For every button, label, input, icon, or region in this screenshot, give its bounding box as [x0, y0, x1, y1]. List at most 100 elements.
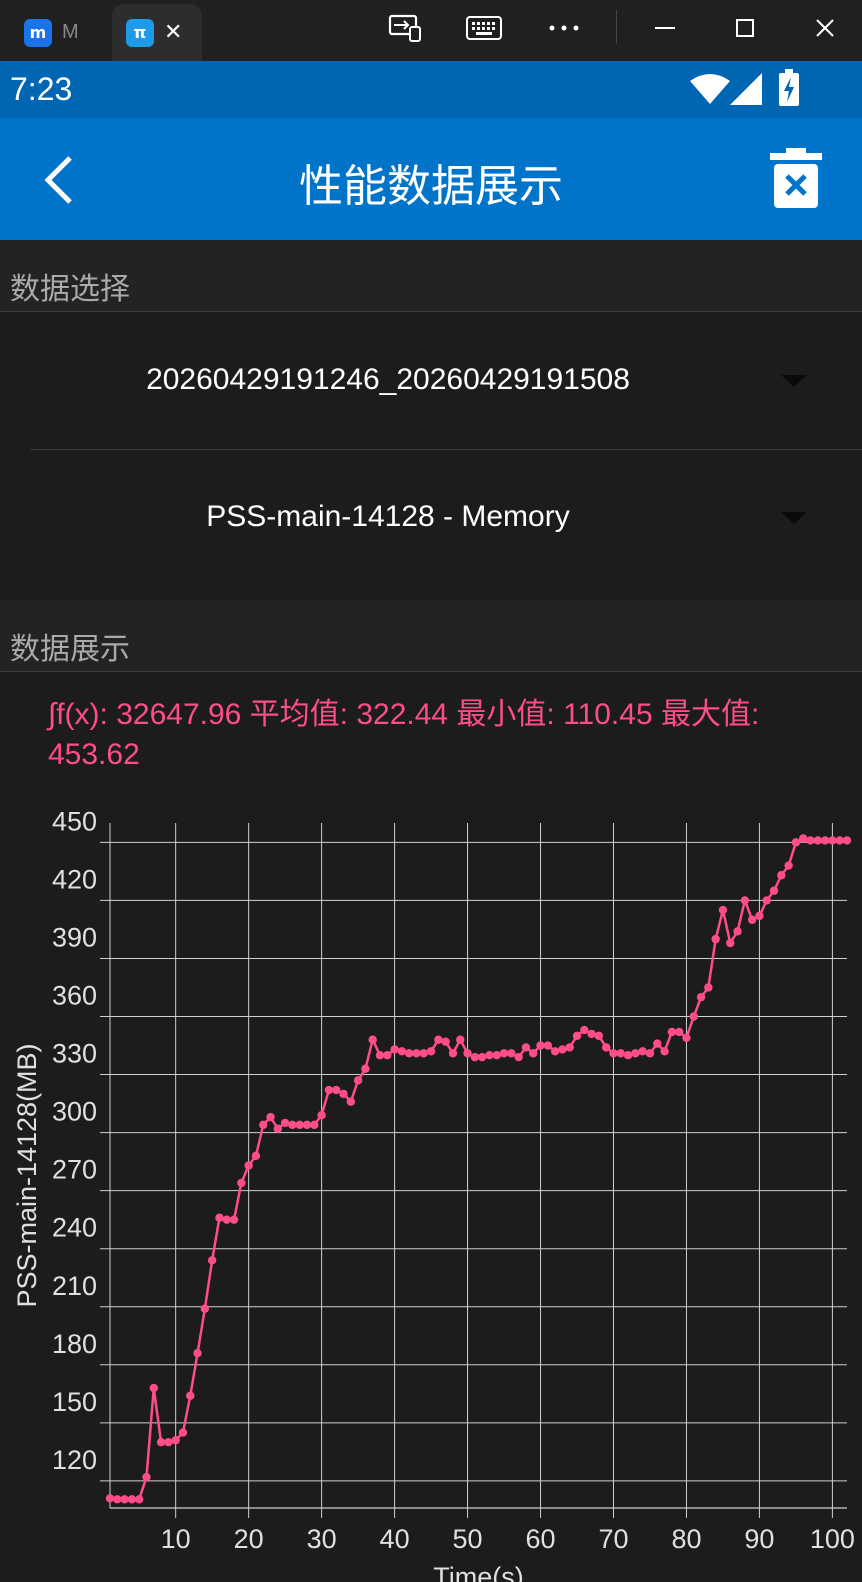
data-point: [609, 1049, 618, 1058]
browser-tab-2-active[interactable]: π ✕: [112, 4, 202, 61]
data-point: [616, 1049, 625, 1058]
data-point: [645, 1049, 655, 1058]
page-title: 性能数据展示: [299, 161, 563, 212]
data-point: [251, 1151, 261, 1161]
y-tick-label: 390: [52, 922, 97, 952]
window-close-icon[interactable]: [802, 8, 848, 48]
x-tick-label: 90: [744, 1524, 774, 1554]
data-point: [310, 1120, 319, 1130]
data-point: [404, 1049, 414, 1058]
delete-button[interactable]: [768, 146, 824, 212]
data-point: [777, 871, 786, 880]
y-tick-label: 420: [52, 864, 97, 894]
data-point: [799, 834, 808, 843]
data-point: [689, 1012, 698, 1021]
data-point: [434, 1035, 443, 1044]
y-tick-label: 450: [52, 806, 97, 836]
data-point: [207, 1256, 217, 1265]
data-point: [280, 1118, 290, 1128]
data-point: [638, 1047, 647, 1056]
data-point: [820, 836, 830, 845]
data-point: [485, 1051, 494, 1060]
data-point: [397, 1047, 407, 1056]
data-point: [419, 1049, 428, 1058]
data-point: [536, 1041, 545, 1050]
data-point: [229, 1215, 239, 1224]
data-point: [456, 1035, 465, 1044]
data-point: [259, 1120, 268, 1130]
data-point: [762, 896, 771, 905]
data-point: [711, 934, 720, 944]
cast-screen-icon[interactable]: [382, 8, 428, 48]
data-point: [521, 1043, 531, 1052]
data-point: [740, 896, 750, 905]
data-point: [295, 1120, 304, 1130]
data-point: [383, 1051, 392, 1060]
data-point: [200, 1304, 210, 1313]
trash-icon: [770, 148, 822, 208]
data-point: [477, 1052, 487, 1062]
data-point: [317, 1110, 326, 1120]
wifi-icon: [690, 74, 730, 104]
more-options-icon[interactable]: [541, 8, 587, 48]
data-point: [718, 905, 728, 915]
app-bar: 性能数据展示: [0, 118, 862, 240]
data-point: [499, 1049, 509, 1058]
data-point: [346, 1097, 356, 1106]
status-time: 7:23: [10, 71, 73, 107]
data-point: [353, 1076, 363, 1085]
data-point: [339, 1089, 348, 1099]
data-point: [361, 1064, 370, 1073]
data-point: [667, 1027, 677, 1037]
data-point: [529, 1049, 538, 1058]
data-point: [660, 1047, 669, 1056]
session-dropdown-value: 20260429191246_20260429191508: [146, 363, 630, 396]
tab-close-icon[interactable]: ✕: [164, 20, 182, 45]
data-point: [441, 1037, 450, 1046]
y-tick-label: 330: [52, 1039, 97, 1069]
data-point: [149, 1383, 158, 1393]
metric-dropdown[interactable]: PSS-main-14128 - Memory: [30, 449, 862, 585]
data-point: [171, 1436, 180, 1445]
browser-tab-1[interactable]: m M: [8, 4, 108, 61]
keyboard-icon[interactable]: [461, 8, 507, 48]
minimize-icon[interactable]: [642, 8, 688, 48]
session-dropdown[interactable]: 20260429191246_20260429191508: [0, 313, 862, 449]
data-point: [244, 1161, 253, 1170]
data-display-header: 数据展示: [0, 600, 862, 672]
data-point: [215, 1213, 224, 1222]
data-point: [448, 1049, 458, 1058]
memory-line-chart[interactable]: 10 20 30 40 50 60 70 80 90 100 120 150 180 210 240 270 3…: [0, 673, 862, 1582]
y-tick-label: 120: [52, 1445, 97, 1475]
data-point: [601, 1043, 611, 1052]
data-point: [704, 983, 713, 992]
y-tick-label: 360: [52, 981, 97, 1011]
data-point: [550, 1047, 560, 1056]
data-point: [288, 1120, 297, 1130]
data-point: [828, 836, 837, 845]
chart-panel: ∫f(x): 32647.96 平均值: 322.44 最小值: 110.45 …: [0, 673, 862, 1582]
y-tick-label: 240: [52, 1213, 97, 1243]
metric-dropdown-value: PSS-main-14128 - Memory: [206, 500, 570, 533]
data-point: [193, 1348, 202, 1358]
data-point: [156, 1438, 166, 1447]
cellular-signal-icon: [730, 73, 762, 105]
y-tick-label: 210: [52, 1271, 97, 1301]
data-point: [266, 1112, 275, 1122]
data-point: [142, 1472, 151, 1482]
chrome-separator: [616, 10, 617, 44]
data-select-header: 数据选择: [0, 240, 862, 312]
data-point: [835, 836, 844, 845]
data-point: [587, 1029, 596, 1039]
data-point: [543, 1041, 553, 1050]
data-point: [572, 1031, 582, 1041]
x-tick-label: 20: [234, 1524, 264, 1554]
data-point: [558, 1045, 567, 1054]
data-point: [733, 927, 742, 936]
data-point: [237, 1178, 246, 1188]
data-point: [120, 1495, 129, 1504]
maximize-icon[interactable]: [722, 8, 768, 48]
data-point: [726, 938, 735, 948]
data-point: [324, 1085, 334, 1095]
dropdown-caret-icon: [781, 375, 807, 387]
